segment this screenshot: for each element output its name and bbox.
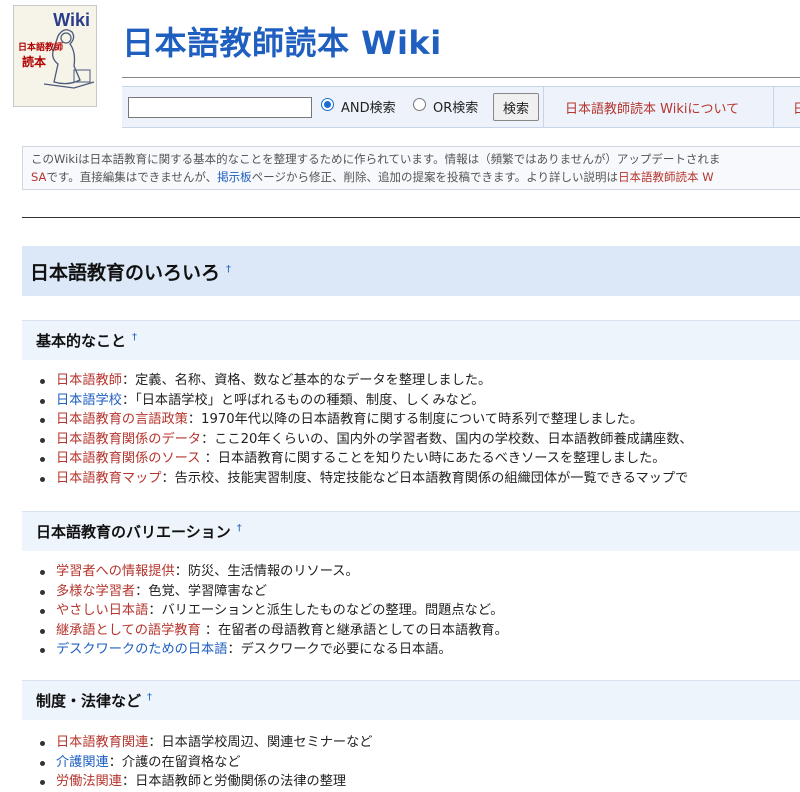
item-description: ：ここ20年くらいの、国内外の学習者数、国内の学校数、日本語教師養成講座数、 xyxy=(201,431,693,447)
list-item: デスクワークのための日本語：デスクワークで必要になる日本語。 xyxy=(36,640,800,660)
list-item: 介護関連：介護の在留資格など xyxy=(36,753,800,773)
search-toolbar: AND検索 OR検索 検索 日本語教師読本 Wikiについて 日 xyxy=(122,86,800,128)
list-item: 日本語教育関連：日本語学校周辺、関連セミナーなど xyxy=(36,733,800,753)
section-heading-text: 日本語教育のバリエーション xyxy=(36,523,231,541)
item-description: ：在留者の母語教育と継承語としての日本語教育。 xyxy=(200,622,508,638)
list-item: 日本語教師：定義、名称、資格、数など基本的なデータを整理しました。 xyxy=(36,371,800,391)
item-description: ：日本語教育に関することを知りたい時にあたるべきソースを整理しました。 xyxy=(200,451,666,466)
title-divider xyxy=(122,77,800,78)
list-item: 多様な学習者：色覚、学習障害など xyxy=(36,582,800,602)
anchor-link[interactable]: † xyxy=(226,264,231,275)
notice-text: ページから修正、削除、追加の提案を投稿できます。より詳しい説明は xyxy=(251,170,619,184)
item-link[interactable]: やさしい日本語 xyxy=(56,603,148,618)
about-link[interactable]: 日本語教師読本 W xyxy=(618,170,714,184)
notice-line-1: このWikiは日本語教育に関する基本的なことを整理するために作られています。情報… xyxy=(31,152,721,166)
list-item: 日本語教育関係のソース ：日本語教育に関することを知りたい時にあたるべきソースを… xyxy=(36,449,800,469)
item-description: ：色覚、学習障害など xyxy=(135,583,267,599)
section-heading: 基本的なこと † xyxy=(22,320,800,360)
item-link[interactable]: 日本語教育関係のソース xyxy=(56,451,200,466)
item-link[interactable]: 継承語としての語学教育 xyxy=(56,623,201,638)
bbs-link[interactable]: 掲示板 xyxy=(217,170,252,184)
item-description: ：防災、生活情報のリソース。 xyxy=(174,564,359,579)
or-search-radio[interactable] xyxy=(413,98,426,111)
item-link[interactable]: 日本語教育関連 xyxy=(56,735,148,750)
and-search-radio[interactable] xyxy=(321,98,334,111)
item-link[interactable]: 学習者への情報提供 xyxy=(56,564,175,579)
next-menu-link[interactable]: 日 xyxy=(793,98,800,117)
item-description: ：「日本語学校」と呼ばれるものの種類、制度、しくみなど。 xyxy=(121,392,485,408)
page-heading-text: 日本語教育のいろいろ xyxy=(30,262,221,284)
section-heading: 日本語教育のバリエーション † xyxy=(22,511,800,551)
section-list: 日本語教育関連：日本語学校周辺、関連セミナーなど 介護関連：介護の在留資格など … xyxy=(36,733,800,792)
site-notice: このWikiは日本語教育に関する基本的なことを整理するために作られています。情報… xyxy=(22,146,800,190)
section-heading-text: 制度・法律など xyxy=(36,692,142,710)
section-heading: 制度・法律など † xyxy=(22,680,800,720)
item-link[interactable]: 日本語教育マップ xyxy=(56,471,162,486)
about-wiki-link[interactable]: 日本語教師読本 Wikiについて xyxy=(565,98,739,117)
item-description: ：告示校、技能実習制度、特定技能など日本語教育関係の組織団体が一覧できるマップで xyxy=(161,470,689,486)
item-link[interactable]: 日本語教育関係のデータ xyxy=(56,432,201,447)
notice-text: です。直接編集はできませんが、 xyxy=(46,170,218,184)
search-input[interactable] xyxy=(128,97,312,118)
or-search-label[interactable]: OR検索 xyxy=(433,97,478,116)
section-list: 日本語教師：定義、名称、資格、数など基本的なデータを整理しました。 日本語学校：… xyxy=(36,371,800,488)
anchor-link[interactable]: † xyxy=(237,523,242,534)
notice-text: SA xyxy=(31,170,47,184)
item-link[interactable]: 日本語教師 xyxy=(56,373,122,388)
and-search-label[interactable]: AND検索 xyxy=(341,97,396,116)
item-link[interactable]: 多様な学習者 xyxy=(56,584,135,599)
notice-line-2: SAです。直接編集はできませんが、掲示板ページから修正、削除、追加の提案を投稿で… xyxy=(31,168,800,186)
list-item: 日本語教育の言語政策：1970年代以降の日本語教育に関する制度について時系列で整… xyxy=(36,410,800,430)
list-item: 学習者への情報提供：防災、生活情報のリソース。 xyxy=(36,562,800,582)
item-description: ：1970年代以降の日本語教育に関する制度について時系列で整理しました。 xyxy=(187,412,644,427)
item-link[interactable]: 介護関連 xyxy=(56,755,109,770)
item-description: ：定義、名称、資格、数など基本的なデータを整理しました。 xyxy=(121,373,492,388)
item-link[interactable]: 日本語学校 xyxy=(56,393,122,408)
item-description: ：デスクワークで必要になる日本語。 xyxy=(227,642,452,657)
toolbar-separator xyxy=(543,87,544,127)
logo-subtitle: 日本語教師 xyxy=(18,43,64,53)
list-item: 日本語学校：「日本語学校」と呼ばれるものの種類、制度、しくみなど。 xyxy=(36,391,800,411)
anchor-link[interactable]: † xyxy=(147,692,152,703)
site-title[interactable]: 日本語教師読本 Wiki xyxy=(122,18,442,64)
logo-wiki-text: Wiki xyxy=(53,10,90,30)
page-heading: 日本語教育のいろいろ † xyxy=(22,246,800,296)
list-item: 日本語教育マップ：告示校、技能実習制度、特定技能など日本語教育関係の組織団体が一… xyxy=(36,469,800,489)
section-heading-text: 基本的なこと xyxy=(36,332,127,350)
list-item: やさしい日本語：バリエーションと派生したものなどの整理。問題点など。 xyxy=(36,601,800,621)
item-description: ：バリエーションと派生したものなどの整理。問題点など。 xyxy=(148,603,504,618)
list-item: 日本語教育関係のデータ：ここ20年くらいの、国内外の学習者数、国内の学校数、日本… xyxy=(36,430,800,450)
item-link[interactable]: 日本語教育の言語政策 xyxy=(56,412,188,427)
section-list: 学習者への情報提供：防災、生活情報のリソース。 多様な学習者：色覚、学習障害など… xyxy=(36,562,800,660)
item-link[interactable]: デスクワークのための日本語 xyxy=(56,642,227,657)
list-item: 継承語としての語学教育 ：在留者の母語教育と継承語としての日本語教育。 xyxy=(36,621,800,641)
logo-subtitle-2: 読本 xyxy=(22,55,47,69)
item-description: ：介護の在留資格など xyxy=(108,754,241,770)
item-description: ：日本語学校周辺、関連セミナーなど xyxy=(148,735,373,750)
anchor-link[interactable]: † xyxy=(132,332,137,343)
list-item: 労働法関連：日本語教師と労働関係の法律の整理 xyxy=(36,772,800,792)
search-button[interactable]: 検索 xyxy=(493,93,539,121)
toolbar-separator xyxy=(773,87,774,127)
site-logo[interactable]: Wiki 日本語教師 読本 xyxy=(13,5,97,107)
content-divider xyxy=(22,217,800,218)
